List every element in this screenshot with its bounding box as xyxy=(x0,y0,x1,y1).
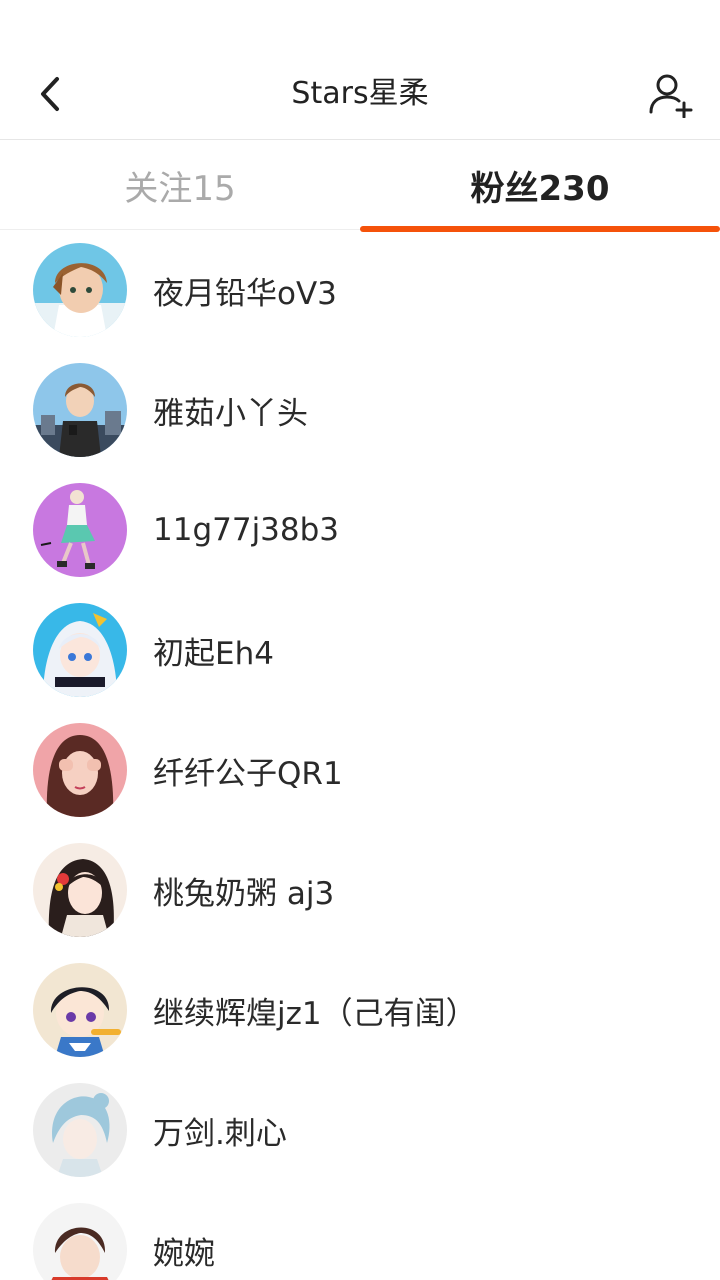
fan-name: 雅茹小丫头 xyxy=(153,395,308,432)
tab-bar: 关注15 粉丝230 xyxy=(0,140,720,232)
list-item[interactable]: 婉婉 xyxy=(0,1190,720,1280)
fan-name: 桃兔奶粥 aj3 xyxy=(153,875,335,912)
fan-name: 纤纤公子QR1 xyxy=(153,755,343,792)
tab-following[interactable]: 关注15 xyxy=(0,140,360,230)
list-item[interactable]: 雅茹小丫头 xyxy=(0,350,720,470)
list-item[interactable]: 初起Eh4 xyxy=(0,590,720,710)
fan-name: 11g77j38b3 xyxy=(153,512,340,548)
avatar[interactable] xyxy=(33,243,127,337)
avatar[interactable] xyxy=(33,363,127,457)
avatar[interactable] xyxy=(33,963,127,1057)
fans-list: 夜月铅华oV3 雅茹小丫头 11g77j38b3 初起Eh4 纤纤公子QR1 桃… xyxy=(0,230,720,1280)
user-plus-icon xyxy=(649,74,693,118)
list-item[interactable]: 万剑.刺心 xyxy=(0,1070,720,1190)
fan-name: 继续辉煌jz1（己有闺） xyxy=(153,995,477,1032)
list-item[interactable]: 继续辉煌jz1（己有闺） xyxy=(0,950,720,1070)
list-item[interactable]: 夜月铅华oV3 xyxy=(0,230,720,350)
fan-name: 万剑.刺心 xyxy=(153,1115,287,1152)
list-item[interactable]: 11g77j38b3 xyxy=(0,470,720,590)
fan-name: 婉婉 xyxy=(153,1235,215,1272)
avatar[interactable] xyxy=(33,843,127,937)
list-item[interactable]: 纤纤公子QR1 xyxy=(0,710,720,830)
avatar[interactable] xyxy=(33,1203,127,1280)
add-user-button[interactable] xyxy=(646,70,696,120)
page-title: Stars星柔 xyxy=(291,76,429,111)
status-bar xyxy=(0,0,720,48)
tab-fans[interactable]: 粉丝230 xyxy=(360,140,720,232)
tab-following-label: 关注15 xyxy=(124,168,236,209)
list-item[interactable]: 桃兔奶粥 aj3 xyxy=(0,830,720,950)
fan-name: 初起Eh4 xyxy=(153,635,274,672)
fan-name: 夜月铅华oV3 xyxy=(153,275,337,312)
tab-fans-label: 粉丝230 xyxy=(470,168,610,209)
avatar[interactable] xyxy=(33,483,127,577)
avatar[interactable] xyxy=(33,723,127,817)
avatar[interactable] xyxy=(33,603,127,697)
nav-bar: Stars星柔 xyxy=(0,48,720,140)
avatar[interactable] xyxy=(33,1083,127,1177)
active-tab-indicator xyxy=(360,226,720,232)
